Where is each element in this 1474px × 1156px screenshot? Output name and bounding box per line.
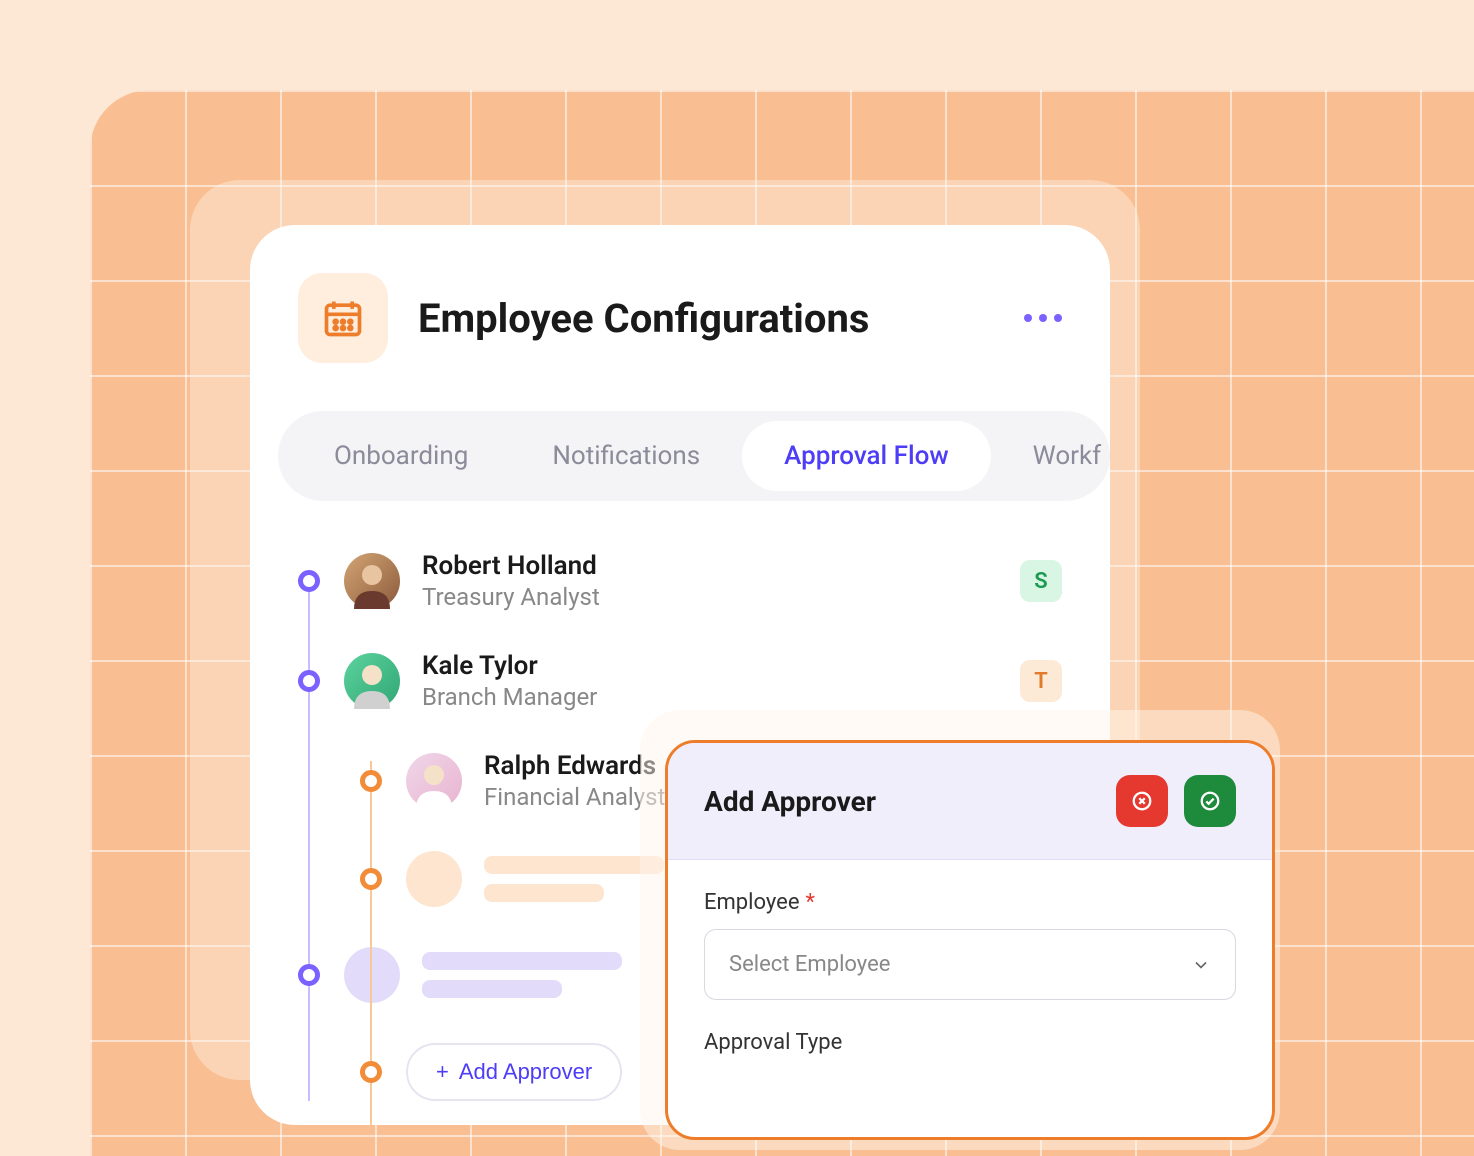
flow-dot-icon bbox=[360, 1061, 382, 1083]
flow-dot-icon bbox=[298, 570, 320, 592]
calendar-icon bbox=[298, 273, 388, 363]
approver-name: Kale Tylor bbox=[422, 651, 1020, 681]
required-asterisk: * bbox=[806, 890, 815, 915]
avatar bbox=[344, 553, 400, 609]
approver-name: Robert Holland bbox=[422, 551, 1020, 581]
avatar-placeholder bbox=[344, 947, 400, 1003]
plus-icon: + bbox=[436, 1059, 449, 1085]
approver-role: Treasury Analyst bbox=[422, 583, 1020, 611]
tab-approval-flow[interactable]: Approval Flow bbox=[742, 421, 990, 491]
chevron-down-icon bbox=[1191, 955, 1211, 975]
employee-field-label: Employee * bbox=[704, 890, 1236, 915]
approver-role: Branch Manager bbox=[422, 683, 1020, 711]
skeleton-line bbox=[422, 980, 562, 998]
status-badge: S bbox=[1020, 560, 1062, 602]
employee-select[interactable]: Select Employee bbox=[704, 929, 1236, 1000]
flow-dot-icon bbox=[360, 770, 382, 792]
tab-bar: Onboarding Notifications Approval Flow W… bbox=[278, 411, 1110, 501]
more-options-button[interactable] bbox=[1024, 314, 1062, 322]
avatar-placeholder bbox=[406, 851, 462, 907]
flow-connector-main bbox=[308, 581, 310, 1101]
page-title: Employee Configurations bbox=[418, 295, 994, 342]
tab-notifications[interactable]: Notifications bbox=[510, 421, 742, 491]
flow-dot-icon bbox=[298, 964, 320, 986]
add-approver-button[interactable]: + Add Approver bbox=[406, 1043, 622, 1101]
tab-onboarding[interactable]: Onboarding bbox=[292, 421, 510, 491]
skeleton-line bbox=[422, 952, 622, 970]
avatar bbox=[406, 753, 462, 809]
avatar bbox=[344, 653, 400, 709]
flow-dot-icon bbox=[360, 868, 382, 890]
skeleton-line bbox=[484, 884, 604, 902]
modal-title: Add Approver bbox=[704, 785, 1100, 818]
confirm-button[interactable] bbox=[1184, 775, 1236, 827]
tab-workflow[interactable]: Workf bbox=[991, 421, 1110, 491]
select-placeholder: Select Employee bbox=[729, 952, 890, 977]
approval-type-field-label: Approval Type bbox=[704, 1030, 1236, 1055]
add-approver-label: Add Approver bbox=[459, 1059, 592, 1085]
approver-node[interactable]: Robert Holland Treasury Analyst S bbox=[298, 551, 1062, 611]
flow-dot-icon bbox=[298, 670, 320, 692]
cancel-button[interactable] bbox=[1116, 775, 1168, 827]
approver-node[interactable]: Kale Tylor Branch Manager T bbox=[298, 651, 1062, 711]
add-approver-modal: Add Approver Employee * Select Employee bbox=[665, 740, 1275, 1140]
status-badge: T bbox=[1020, 660, 1062, 702]
skeleton-line bbox=[484, 856, 664, 874]
